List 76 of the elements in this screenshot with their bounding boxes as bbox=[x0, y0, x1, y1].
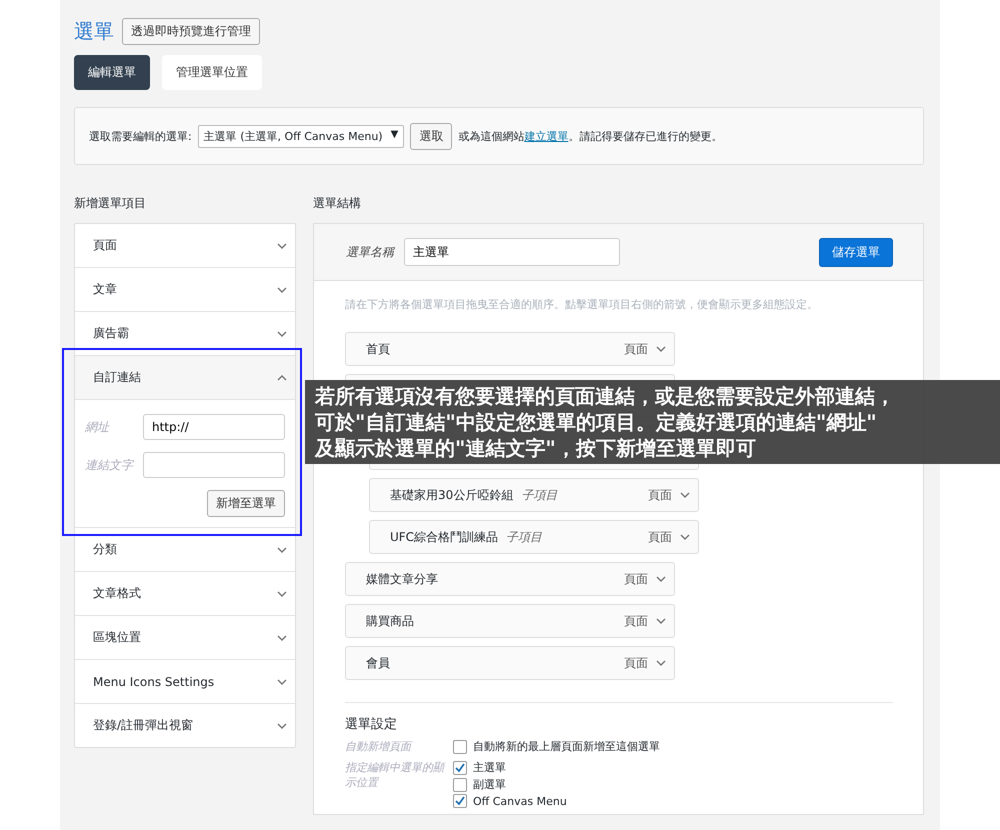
chevron-up-icon bbox=[277, 374, 287, 380]
chevron-down-icon bbox=[277, 242, 287, 248]
chevron-down-icon bbox=[680, 534, 690, 540]
checkbox[interactable] bbox=[453, 778, 467, 792]
item-type: 頁面 bbox=[624, 612, 648, 630]
settings-heading: 選單設定 bbox=[345, 716, 398, 733]
menu-dropdown[interactable]: 主選單 (主選單, Off Canvas Menu) ▼ bbox=[198, 124, 404, 148]
create-menu-link[interactable]: 建立選單 bbox=[524, 130, 568, 142]
checkbox[interactable] bbox=[453, 740, 467, 754]
menu-item[interactable]: 基礎家用30公斤啞鈴組 子項目 頁面 bbox=[369, 478, 699, 512]
field-label: 網址 bbox=[85, 418, 109, 436]
preview-button[interactable]: 透過即時預覽進行管理 bbox=[122, 18, 260, 45]
menu-item[interactable]: 媒體文章分享 頁面 bbox=[345, 562, 675, 596]
text-field[interactable] bbox=[143, 452, 285, 478]
setting-label: 自動新增頁面 bbox=[345, 739, 414, 754]
select-note: 或為這個網站建立選單。請記得要儲存已進行的變更。 bbox=[458, 128, 722, 144]
menu-name-field[interactable]: 主選單 bbox=[404, 238, 620, 266]
option-label: Off Canvas Menu bbox=[473, 794, 567, 808]
text-field[interactable]: http:// bbox=[143, 414, 285, 440]
chevron-down-icon bbox=[277, 678, 287, 684]
accordion-header[interactable]: 頁面 bbox=[75, 224, 295, 267]
accordion-header[interactable]: 文章 bbox=[75, 268, 295, 311]
option-label: 副選單 bbox=[473, 777, 506, 792]
chevron-down-icon bbox=[656, 576, 666, 582]
accordion-header[interactable]: Menu Icons Settings bbox=[75, 660, 295, 703]
item-subtitle: 子項目 bbox=[521, 486, 558, 504]
item-title: 首頁 bbox=[366, 340, 390, 358]
accordion-header[interactable]: 分類 bbox=[75, 528, 295, 571]
checkbox[interactable] bbox=[453, 760, 467, 774]
tab[interactable]: 管理選單位置 bbox=[162, 55, 262, 90]
item-subtitle: 子項目 bbox=[506, 528, 542, 546]
accordion-header[interactable]: 文章格式 bbox=[75, 572, 295, 615]
item-type: 頁面 bbox=[648, 486, 672, 504]
tab[interactable]: 編輯選單 bbox=[74, 55, 150, 90]
chevron-down-icon bbox=[680, 492, 690, 498]
item-type: 頁面 bbox=[624, 340, 648, 358]
menu-item[interactable]: 首頁 頁面 bbox=[345, 332, 675, 366]
item-title: 媒體文章分享 bbox=[366, 570, 438, 588]
item-type: 頁面 bbox=[624, 570, 648, 588]
page-title: 選單 bbox=[74, 18, 114, 45]
accordion-header[interactable]: 自訂連結 bbox=[75, 356, 295, 400]
chevron-down-icon bbox=[656, 346, 666, 352]
chevron-down-icon bbox=[277, 590, 287, 596]
accordion-header[interactable]: 區塊位置 bbox=[75, 616, 295, 659]
chevron-down-icon bbox=[656, 660, 666, 666]
option-label: 主選單 bbox=[473, 760, 506, 775]
select-button[interactable]: 選取 bbox=[410, 122, 452, 150]
select-label: 選取需要編輯的選單: bbox=[89, 128, 192, 144]
chevron-down-icon bbox=[277, 330, 287, 336]
chevron-down-icon bbox=[277, 546, 287, 552]
item-type: 頁面 bbox=[624, 654, 648, 672]
add-to-menu-button[interactable]: 新增至選單 bbox=[207, 490, 285, 517]
item-title: UFC綜合格鬥訓練品 bbox=[390, 528, 498, 546]
item-title: 購買商品 bbox=[366, 612, 414, 630]
item-type: 頁面 bbox=[648, 528, 672, 546]
section-heading: 選單結構 bbox=[313, 195, 362, 211]
menu-item[interactable]: 會員 頁面 bbox=[345, 646, 675, 680]
accordion-header[interactable]: 登錄/註冊彈出視窗 bbox=[75, 704, 295, 747]
menu-item[interactable]: 購買商品 頁面 bbox=[345, 604, 675, 638]
instructions-text: 請在下方將各個選單項目拖曳至合適的順序。點擊選單項目右側的箭號，便會顯示更多組態設定。 bbox=[345, 297, 819, 312]
menu-item[interactable]: UFC綜合格鬥訓練品 子項目 頁面 bbox=[369, 520, 699, 554]
chevron-down-icon bbox=[277, 286, 287, 292]
item-title: 會員 bbox=[366, 654, 390, 672]
item-title: 基礎家用30公斤啞鈴組 bbox=[390, 486, 514, 504]
field-label: 連結文字 bbox=[85, 456, 133, 474]
annotation-tooltip: 若所有選項沒有您要選擇的頁面連結，或是您需要設定外部連結， 可於"自訂連結"中設定您選單的項目。定義好選項的連結"網址" 及顯示於選單的"連結文字"，按下新增至選單即可 bbox=[305, 380, 1000, 464]
setting-label: 指定編輯中選單的顯示位置 bbox=[345, 760, 447, 791]
section-heading: 新增選單項目 bbox=[74, 195, 147, 211]
chevron-down-icon bbox=[277, 634, 287, 640]
field-label: 選單名稱 bbox=[346, 244, 394, 260]
checkbox[interactable] bbox=[453, 794, 467, 808]
save-menu-button[interactable]: 儲存選單 bbox=[819, 238, 893, 266]
chevron-down-icon bbox=[656, 618, 666, 624]
chevron-down-icon bbox=[277, 722, 287, 728]
accordion-header[interactable]: 廣告霸 bbox=[75, 312, 295, 355]
option-label: 自動將新的最上層頁面新增至這個選單 bbox=[473, 739, 660, 754]
